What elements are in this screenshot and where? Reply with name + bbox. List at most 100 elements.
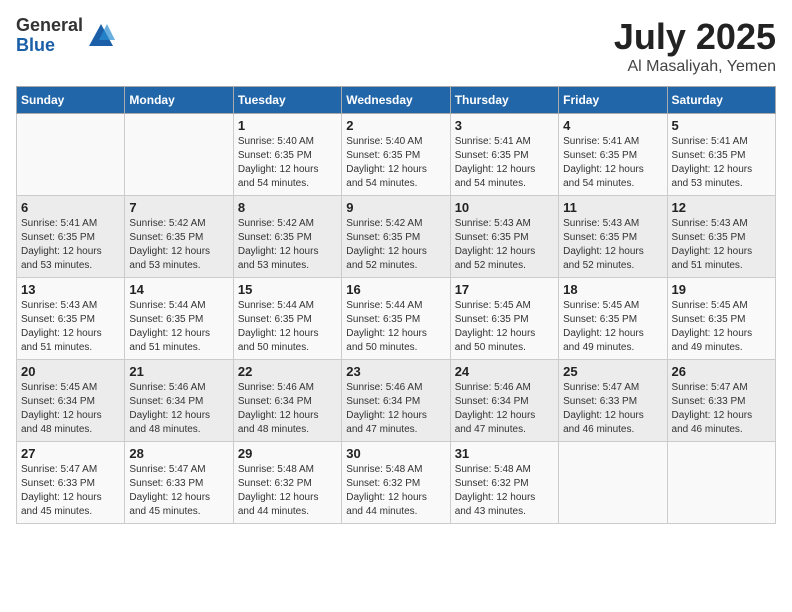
calendar-cell: 13 Sunrise: 5:43 AMSunset: 6:35 PMDayligh…: [17, 278, 125, 360]
logo: General Blue: [16, 16, 115, 56]
calendar-cell: 17 Sunrise: 5:45 AMSunset: 6:35 PMDayligh…: [450, 278, 558, 360]
calendar-cell: 6Sunrise: 5:41 AMSunset: 6:35 PMDaylight…: [17, 196, 125, 278]
calendar-cell: [125, 114, 233, 196]
day-info: Sunrise: 5:45 AMSunset: 6:35 PMDaylight:…: [672, 299, 771, 355]
day-number: 29: [238, 446, 337, 461]
day-number: 12: [672, 200, 771, 215]
day-info: Sunrise: 5:44 AMSunset: 6:35 PMDaylight:…: [238, 299, 337, 355]
day-number: 15: [238, 282, 337, 297]
month-title: July 2025: [614, 16, 776, 58]
day-number: 8: [238, 200, 337, 215]
calendar-cell: 20Sunrise: 5:45 AMSunset: 6:34 PMDayligh…: [17, 360, 125, 442]
page-header: General Blue July 2025 Al Masaliyah, Yem…: [16, 16, 776, 76]
day-number: 17: [455, 282, 554, 297]
calendar-cell: 7Sunrise: 5:42 AMSunset: 6:35 PMDaylight…: [125, 196, 233, 278]
day-info: Sunrise: 5:44 AMSunset: 6:35 PMDaylight:…: [346, 299, 445, 355]
day-info: Sunrise: 5:43 AMSunset: 6:35 PMDaylight:…: [21, 299, 120, 355]
day-info: Sunrise: 5:42 AMSunset: 6:35 PMDaylight:…: [238, 217, 337, 273]
calendar-cell: 16 Sunrise: 5:44 AMSunset: 6:35 PMDayligh…: [342, 278, 450, 360]
calendar-cell: 5Sunrise: 5:41 AMSunset: 6:35 PMDaylight…: [667, 114, 775, 196]
day-number: 23: [346, 364, 445, 379]
day-info: Sunrise: 5:48 AMSunset: 6:32 PMDaylight:…: [455, 463, 554, 519]
day-number: 22: [238, 364, 337, 379]
calendar-cell: 19 Sunrise: 5:45 AMSunset: 6:35 PMDayligh…: [667, 278, 775, 360]
calendar-header: SundayMondayTuesdayWednesdayThursdayFrid…: [17, 87, 776, 114]
calendar-cell: 22 Sunrise: 5:46 AMSunset: 6:34 PMDayligh…: [233, 360, 341, 442]
calendar-cell: 21 Sunrise: 5:46 AMSunset: 6:34 PMDayligh…: [125, 360, 233, 442]
day-number: 3: [455, 118, 554, 133]
calendar-cell: 1 Sunrise: 5:40 AMSunset: 6:35 PMDaylight…: [233, 114, 341, 196]
logo-general: General: [16, 16, 83, 36]
calendar-cell: 30 Sunrise: 5:48 AMSunset: 6:32 PMDayligh…: [342, 442, 450, 524]
calendar-cell: 9Sunrise: 5:42 AMSunset: 6:35 PMDaylight…: [342, 196, 450, 278]
calendar-cell: 26Sunrise: 5:47 AMSunset: 6:33 PMDayligh…: [667, 360, 775, 442]
calendar-body: 1 Sunrise: 5:40 AMSunset: 6:35 PMDaylight…: [17, 114, 776, 524]
weekday-thursday: Thursday: [450, 87, 558, 114]
calendar-cell: 15 Sunrise: 5:44 AMSunset: 6:35 PMDayligh…: [233, 278, 341, 360]
weekday-sunday: Sunday: [17, 87, 125, 114]
calendar-cell: 25 Sunrise: 5:47 AMSunset: 6:33 PMDayligh…: [559, 360, 667, 442]
calendar-week-5: 27 Sunrise: 5:47 AMSunset: 6:33 PMDayligh…: [17, 442, 776, 524]
weekday-wednesday: Wednesday: [342, 87, 450, 114]
day-info: Sunrise: 5:47 AMSunset: 6:33 PMDaylight:…: [21, 463, 120, 519]
day-number: 31: [455, 446, 554, 461]
day-info: Sunrise: 5:45 AMSunset: 6:35 PMDaylight:…: [563, 299, 662, 355]
weekday-tuesday: Tuesday: [233, 87, 341, 114]
day-number: 28: [129, 446, 228, 461]
calendar-cell: 10 Sunrise: 5:43 AMSunset: 6:35 PMDayligh…: [450, 196, 558, 278]
calendar-cell: 12Sunrise: 5:43 AMSunset: 6:35 PMDayligh…: [667, 196, 775, 278]
day-info: Sunrise: 5:43 AMSunset: 6:35 PMDaylight:…: [455, 217, 554, 273]
day-info: Sunrise: 5:42 AMSunset: 6:35 PMDaylight:…: [346, 217, 445, 273]
day-number: 21: [129, 364, 228, 379]
day-number: 4: [563, 118, 662, 133]
day-info: Sunrise: 5:47 AMSunset: 6:33 PMDaylight:…: [563, 381, 662, 437]
location-title: Al Masaliyah, Yemen: [614, 58, 776, 76]
day-number: 16: [346, 282, 445, 297]
calendar-cell: [17, 114, 125, 196]
day-number: 24: [455, 364, 554, 379]
calendar-cell: 18 Sunrise: 5:45 AMSunset: 6:35 PMDayligh…: [559, 278, 667, 360]
day-info: Sunrise: 5:41 AMSunset: 6:35 PMDaylight:…: [455, 135, 554, 191]
calendar-cell: 29 Sunrise: 5:48 AMSunset: 6:32 PMDayligh…: [233, 442, 341, 524]
calendar-cell: 11Sunrise: 5:43 AMSunset: 6:35 PMDayligh…: [559, 196, 667, 278]
calendar-cell: 31 Sunrise: 5:48 AMSunset: 6:32 PMDayligh…: [450, 442, 558, 524]
day-info: Sunrise: 5:48 AMSunset: 6:32 PMDaylight:…: [346, 463, 445, 519]
day-number: 6: [21, 200, 120, 215]
calendar-week-3: 13 Sunrise: 5:43 AMSunset: 6:35 PMDayligh…: [17, 278, 776, 360]
day-info: Sunrise: 5:40 AMSunset: 6:35 PMDaylight:…: [238, 135, 337, 191]
calendar-week-1: 1 Sunrise: 5:40 AMSunset: 6:35 PMDaylight…: [17, 114, 776, 196]
calendar-cell: 2Sunrise: 5:40 AMSunset: 6:35 PMDaylight…: [342, 114, 450, 196]
day-info: Sunrise: 5:48 AMSunset: 6:32 PMDaylight:…: [238, 463, 337, 519]
day-number: 30: [346, 446, 445, 461]
calendar-cell: 4Sunrise: 5:41 AMSunset: 6:35 PMDaylight…: [559, 114, 667, 196]
weekday-header-row: SundayMondayTuesdayWednesdayThursdayFrid…: [17, 87, 776, 114]
calendar-cell: [559, 442, 667, 524]
calendar-cell: 23Sunrise: 5:46 AMSunset: 6:34 PMDayligh…: [342, 360, 450, 442]
day-number: 25: [563, 364, 662, 379]
logo-icon: [87, 22, 115, 50]
day-info: Sunrise: 5:42 AMSunset: 6:35 PMDaylight:…: [129, 217, 228, 273]
calendar-cell: 24Sunrise: 5:46 AMSunset: 6:34 PMDayligh…: [450, 360, 558, 442]
day-number: 5: [672, 118, 771, 133]
weekday-saturday: Saturday: [667, 87, 775, 114]
calendar-cell: 14 Sunrise: 5:44 AMSunset: 6:35 PMDayligh…: [125, 278, 233, 360]
day-number: 27: [21, 446, 120, 461]
day-number: 26: [672, 364, 771, 379]
day-info: Sunrise: 5:44 AMSunset: 6:35 PMDaylight:…: [129, 299, 228, 355]
day-info: Sunrise: 5:46 AMSunset: 6:34 PMDaylight:…: [238, 381, 337, 437]
calendar-table: SundayMondayTuesdayWednesdayThursdayFrid…: [16, 86, 776, 524]
day-number: 20: [21, 364, 120, 379]
day-info: Sunrise: 5:47 AMSunset: 6:33 PMDaylight:…: [129, 463, 228, 519]
day-number: 10: [455, 200, 554, 215]
day-number: 19: [672, 282, 771, 297]
day-number: 18: [563, 282, 662, 297]
day-number: 1: [238, 118, 337, 133]
day-info: Sunrise: 5:45 AMSunset: 6:35 PMDaylight:…: [455, 299, 554, 355]
logo-blue: Blue: [16, 36, 83, 56]
calendar-cell: [667, 442, 775, 524]
calendar-cell: 28 Sunrise: 5:47 AMSunset: 6:33 PMDayligh…: [125, 442, 233, 524]
calendar-week-4: 20Sunrise: 5:45 AMSunset: 6:34 PMDayligh…: [17, 360, 776, 442]
day-number: 14: [129, 282, 228, 297]
day-number: 13: [21, 282, 120, 297]
day-info: Sunrise: 5:46 AMSunset: 6:34 PMDaylight:…: [129, 381, 228, 437]
